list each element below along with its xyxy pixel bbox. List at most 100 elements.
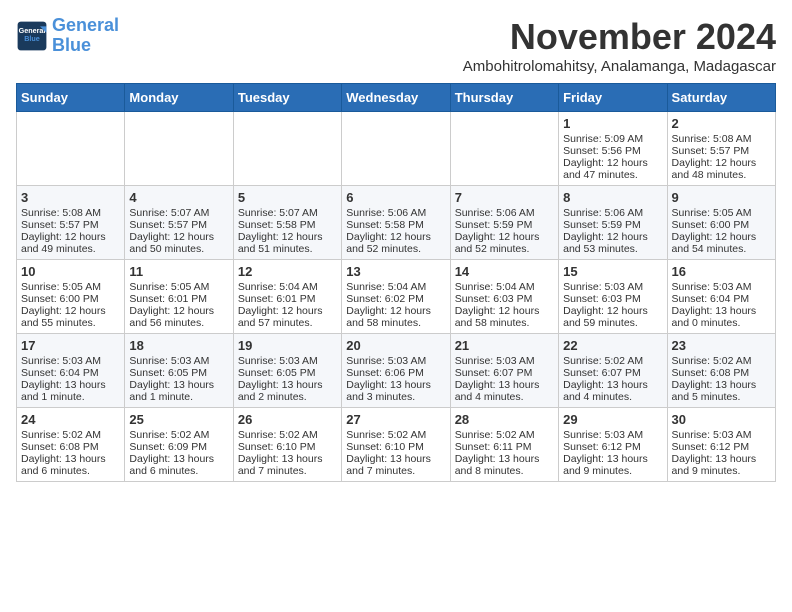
day-info: Daylight: 12 hours: [238, 231, 337, 243]
day-number: 18: [129, 338, 228, 353]
day-number: 7: [455, 190, 554, 205]
day-number: 1: [563, 116, 662, 131]
day-info: and 52 minutes.: [455, 243, 554, 255]
day-info: Daylight: 13 hours: [129, 453, 228, 465]
day-number: 6: [346, 190, 445, 205]
calendar-week-1: 1Sunrise: 5:09 AMSunset: 5:56 PMDaylight…: [17, 112, 776, 186]
day-info: Sunrise: 5:03 AM: [455, 355, 554, 367]
calendar-cell: [125, 112, 233, 186]
day-info: Daylight: 13 hours: [238, 453, 337, 465]
day-info: Sunrise: 5:03 AM: [238, 355, 337, 367]
calendar-cell: 18Sunrise: 5:03 AMSunset: 6:05 PMDayligh…: [125, 334, 233, 408]
day-info: Daylight: 13 hours: [455, 453, 554, 465]
day-info: and 6 minutes.: [21, 465, 120, 477]
day-number: 25: [129, 412, 228, 427]
day-number: 9: [672, 190, 771, 205]
day-info: Daylight: 12 hours: [563, 157, 662, 169]
header: General Blue GeneralBlue November 2024 A…: [16, 16, 776, 75]
day-info: Sunrise: 5:02 AM: [455, 429, 554, 441]
calendar-cell: 14Sunrise: 5:04 AMSunset: 6:03 PMDayligh…: [450, 260, 558, 334]
calendar-cell: 28Sunrise: 5:02 AMSunset: 6:11 PMDayligh…: [450, 408, 558, 482]
calendar-table: SundayMondayTuesdayWednesdayThursdayFrid…: [16, 83, 776, 482]
day-info: Sunrise: 5:03 AM: [346, 355, 445, 367]
day-number: 8: [563, 190, 662, 205]
calendar-cell: 13Sunrise: 5:04 AMSunset: 6:02 PMDayligh…: [342, 260, 450, 334]
day-info: Sunrise: 5:02 AM: [21, 429, 120, 441]
day-info: Sunrise: 5:05 AM: [672, 207, 771, 219]
day-info: Sunrise: 5:08 AM: [21, 207, 120, 219]
day-info: Sunset: 6:09 PM: [129, 441, 228, 453]
day-info: and 3 minutes.: [346, 391, 445, 403]
day-info: Daylight: 12 hours: [238, 305, 337, 317]
calendar-cell: 3Sunrise: 5:08 AMSunset: 5:57 PMDaylight…: [17, 186, 125, 260]
day-info: and 56 minutes.: [129, 317, 228, 329]
calendar-cell: 6Sunrise: 5:06 AMSunset: 5:58 PMDaylight…: [342, 186, 450, 260]
day-info: Daylight: 12 hours: [672, 231, 771, 243]
day-info: Sunrise: 5:03 AM: [129, 355, 228, 367]
day-info: Sunrise: 5:02 AM: [346, 429, 445, 441]
day-info: Sunset: 6:08 PM: [21, 441, 120, 453]
day-number: 20: [346, 338, 445, 353]
day-info: Daylight: 12 hours: [346, 305, 445, 317]
day-info: Daylight: 12 hours: [563, 231, 662, 243]
weekday-header-sunday: Sunday: [17, 84, 125, 112]
day-info: and 51 minutes.: [238, 243, 337, 255]
day-number: 2: [672, 116, 771, 131]
day-info: and 5 minutes.: [672, 391, 771, 403]
day-info: Daylight: 13 hours: [346, 453, 445, 465]
day-number: 23: [672, 338, 771, 353]
day-info: and 4 minutes.: [455, 391, 554, 403]
calendar-week-2: 3Sunrise: 5:08 AMSunset: 5:57 PMDaylight…: [17, 186, 776, 260]
day-info: Sunset: 6:01 PM: [238, 293, 337, 305]
day-info: Sunrise: 5:02 AM: [129, 429, 228, 441]
day-info: Sunset: 6:03 PM: [455, 293, 554, 305]
day-info: Sunset: 6:03 PM: [563, 293, 662, 305]
day-info: and 49 minutes.: [21, 243, 120, 255]
day-info: and 7 minutes.: [238, 465, 337, 477]
day-number: 15: [563, 264, 662, 279]
day-info: and 53 minutes.: [563, 243, 662, 255]
day-info: and 4 minutes.: [563, 391, 662, 403]
day-info: and 50 minutes.: [129, 243, 228, 255]
day-number: 28: [455, 412, 554, 427]
calendar-cell: [233, 112, 341, 186]
calendar-cell: 20Sunrise: 5:03 AMSunset: 6:06 PMDayligh…: [342, 334, 450, 408]
day-number: 16: [672, 264, 771, 279]
day-info: Sunset: 6:10 PM: [238, 441, 337, 453]
weekday-header-saturday: Saturday: [667, 84, 775, 112]
day-number: 29: [563, 412, 662, 427]
day-info: Sunset: 6:00 PM: [21, 293, 120, 305]
day-info: and 48 minutes.: [672, 169, 771, 181]
day-info: Daylight: 13 hours: [21, 453, 120, 465]
day-info: Daylight: 13 hours: [563, 379, 662, 391]
day-info: Sunset: 5:57 PM: [672, 145, 771, 157]
weekday-header-monday: Monday: [125, 84, 233, 112]
calendar-cell: 17Sunrise: 5:03 AMSunset: 6:04 PMDayligh…: [17, 334, 125, 408]
calendar-week-5: 24Sunrise: 5:02 AMSunset: 6:08 PMDayligh…: [17, 408, 776, 482]
day-number: 17: [21, 338, 120, 353]
day-info: and 55 minutes.: [21, 317, 120, 329]
svg-text:Blue: Blue: [24, 34, 40, 43]
calendar-cell: [450, 112, 558, 186]
day-info: Sunset: 6:12 PM: [672, 441, 771, 453]
day-info: Sunrise: 5:03 AM: [672, 281, 771, 293]
calendar-cell: 4Sunrise: 5:07 AMSunset: 5:57 PMDaylight…: [125, 186, 233, 260]
day-info: Sunrise: 5:04 AM: [346, 281, 445, 293]
day-info: Sunrise: 5:02 AM: [563, 355, 662, 367]
day-info: and 1 minute.: [129, 391, 228, 403]
day-info: Sunrise: 5:08 AM: [672, 133, 771, 145]
day-info: Sunset: 6:07 PM: [455, 367, 554, 379]
day-number: 27: [346, 412, 445, 427]
location-title: Ambohitrolomahitsy, Analamanga, Madagasc…: [463, 58, 776, 75]
day-info: Sunrise: 5:05 AM: [21, 281, 120, 293]
day-info: and 52 minutes.: [346, 243, 445, 255]
weekday-header-friday: Friday: [559, 84, 667, 112]
day-number: 22: [563, 338, 662, 353]
day-info: Daylight: 13 hours: [238, 379, 337, 391]
calendar-cell: 16Sunrise: 5:03 AMSunset: 6:04 PMDayligh…: [667, 260, 775, 334]
day-info: and 57 minutes.: [238, 317, 337, 329]
day-info: Sunset: 5:58 PM: [346, 219, 445, 231]
day-number: 11: [129, 264, 228, 279]
calendar-cell: 7Sunrise: 5:06 AMSunset: 5:59 PMDaylight…: [450, 186, 558, 260]
day-info: Sunset: 6:08 PM: [672, 367, 771, 379]
